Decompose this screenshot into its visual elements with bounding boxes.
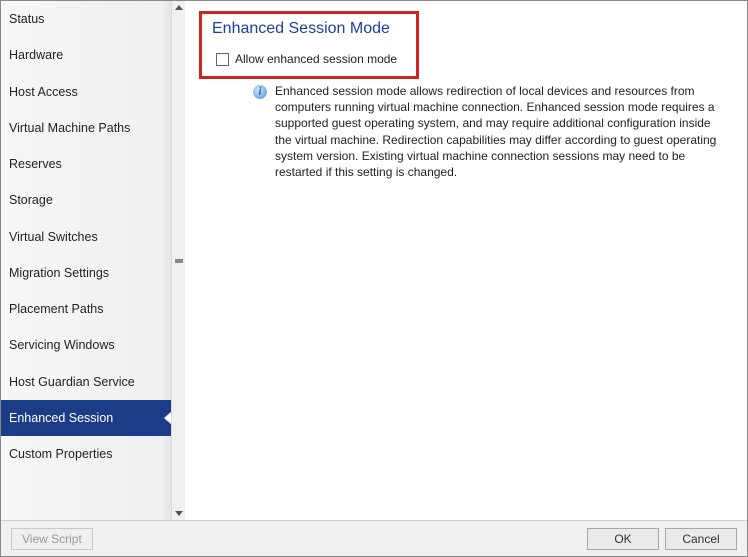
sidebar-item-migration-settings[interactable]: Migration Settings — [1, 255, 171, 291]
sidebar-item-label: Virtual Switches — [9, 230, 98, 244]
sidebar-item-hardware[interactable]: Hardware — [1, 37, 171, 73]
sidebar-item-enhanced-session[interactable]: Enhanced Session — [1, 400, 171, 436]
section-title: Enhanced Session Mode — [212, 20, 406, 38]
sidebar-item-label: Reserves — [9, 157, 62, 171]
sidebar-item-label: Virtual Machine Paths — [9, 121, 130, 135]
sidebar-item-label: Hardware — [9, 48, 63, 62]
sidebar-item-label: Storage — [9, 193, 53, 207]
scroll-down-icon[interactable] — [175, 511, 183, 516]
ok-button[interactable]: OK — [587, 528, 659, 550]
sidebar-scrollbar[interactable] — [171, 1, 185, 520]
scroll-up-icon[interactable] — [175, 5, 183, 10]
sidebar-item-virtual-machine-paths[interactable]: Virtual Machine Paths — [1, 110, 171, 146]
sidebar-item-label: Status — [9, 12, 44, 26]
sidebar-item-virtual-switches[interactable]: Virtual Switches — [1, 219, 171, 255]
sidebar-item-label: Migration Settings — [9, 266, 109, 280]
sidebar-item-label: Host Access — [9, 85, 78, 99]
sidebar-item-label: Servicing Windows — [9, 338, 115, 352]
sidebar-item-status[interactable]: Status — [1, 1, 171, 37]
sidebar-item-placement-paths[interactable]: Placement Paths — [1, 291, 171, 327]
sidebar-item-label: Enhanced Session — [9, 411, 113, 425]
sidebar-item-host-guardian-service[interactable]: Host Guardian Service — [1, 364, 171, 400]
highlight-annotation: Enhanced Session Mode Allow enhanced ses… — [199, 11, 419, 79]
sidebar: Status Hardware Host Access Virtual Machine… — [1, 1, 171, 520]
sidebar-item-reserves[interactable]: Reserves — [1, 146, 171, 182]
info-icon — [253, 85, 267, 99]
info-text: Enhanced session mode allows redirection… — [275, 83, 729, 180]
sidebar-item-custom-properties[interactable]: Custom Properties — [1, 436, 171, 472]
sidebar-item-storage[interactable]: Storage — [1, 182, 171, 218]
allow-enhanced-session-label: Allow enhanced session mode — [235, 52, 397, 66]
view-script-button[interactable]: View Script — [11, 528, 93, 550]
sidebar-item-label: Custom Properties — [9, 447, 113, 461]
sidebar-item-host-access[interactable]: Host Access — [1, 74, 171, 110]
allow-enhanced-session-checkbox[interactable] — [216, 53, 229, 66]
sidebar-item-label: Placement Paths — [9, 302, 104, 316]
cancel-button[interactable]: Cancel — [665, 528, 737, 550]
sidebar-item-servicing-windows[interactable]: Servicing Windows — [1, 327, 171, 363]
sidebar-item-label: Host Guardian Service — [9, 375, 135, 389]
content-panel: Enhanced Session Mode Allow enhanced ses… — [185, 1, 747, 520]
dialog-footer: View Script OK Cancel — [1, 520, 747, 556]
scroll-grip-icon[interactable] — [175, 259, 183, 263]
